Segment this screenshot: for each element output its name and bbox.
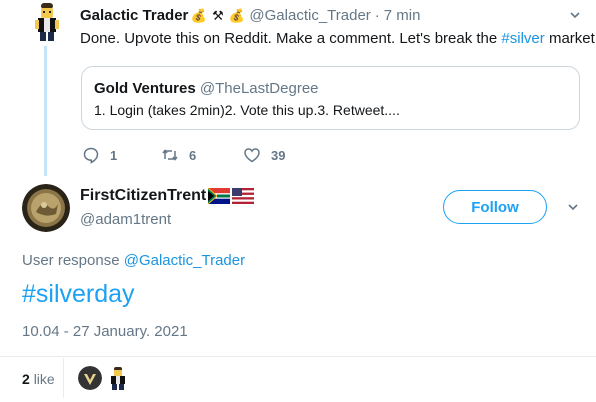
parent-handle[interactable]: @Galactic_Trader <box>249 7 370 24</box>
chevron-down-icon[interactable] <box>569 8 581 24</box>
likes-count: 2 <box>22 371 30 387</box>
parent-time[interactable]: 7 min <box>384 7 421 24</box>
like-action[interactable]: 39 <box>243 146 285 164</box>
parent-text-part: Done. Upvote this on Reddit. Make a comm… <box>80 30 502 47</box>
reply-to-link[interactable]: @Galactic_Trader <box>124 252 245 269</box>
main-display-name[interactable]: FirstCitizenTrent <box>80 187 206 205</box>
retweet-icon <box>162 149 178 161</box>
heart-icon <box>244 148 260 163</box>
first-citizen-trent-avatar[interactable] <box>22 184 70 232</box>
likes-summary[interactable]: 2 like <box>22 371 55 387</box>
parent-tweet-header: Galactic Trader 💰 ⚒ 💰 @Galactic_Trader ·… <box>80 7 420 24</box>
liker-avatar[interactable] <box>78 366 102 390</box>
galactic-trader-avatar[interactable] <box>33 2 61 42</box>
liker-avatar[interactable] <box>106 366 130 390</box>
tweet-timestamp[interactable]: 10.04 - 27 January. 2021 <box>22 323 188 340</box>
reply-count: 1 <box>110 147 118 163</box>
likes-label: like <box>33 371 55 387</box>
usa-flag-icon <box>232 188 255 204</box>
parent-display-name[interactable]: Galactic Trader <box>80 7 188 24</box>
quote-text: 1. Login (takes 2min)2. Vote this up.3. … <box>94 102 400 118</box>
main-display-name-row: FirstCitizenTrent <box>80 187 255 205</box>
quoted-tweet-card[interactable]: Gold Ventures @TheLastDegree 1. Login (t… <box>81 66 580 130</box>
separator-dot: · <box>374 7 380 24</box>
follow-button[interactable]: Follow <box>443 190 547 224</box>
reply-prefix: User response <box>22 252 120 269</box>
thread-line <box>44 46 47 176</box>
money-bag-icon: 💰 <box>190 8 207 23</box>
quote-display-name: Gold Ventures <box>94 80 196 97</box>
money-bag-icon: 💰 <box>228 8 245 23</box>
main-handle[interactable]: @adam1trent <box>80 211 171 228</box>
reply-context: User response @Galactic_Trader <box>22 252 245 269</box>
hammer-pick-icon: ⚒ <box>212 8 224 23</box>
parent-text-part: market. <box>544 30 596 47</box>
retweet-count: 6 <box>189 147 197 163</box>
parent-tweet-text: Done. Upvote this on Reddit. Make a comm… <box>80 30 596 47</box>
silverday-hashtag-link[interactable]: #silverday <box>22 280 135 309</box>
south-africa-flag-icon <box>208 188 231 204</box>
reply-action[interactable]: 1 <box>82 146 117 164</box>
quote-handle: @TheLastDegree <box>199 80 319 97</box>
silver-hashtag-link[interactable]: #silver <box>501 30 544 47</box>
retweet-action[interactable]: 6 <box>161 146 196 164</box>
like-count: 39 <box>271 147 286 163</box>
divider <box>0 356 596 357</box>
quote-header: Gold Ventures @TheLastDegree <box>94 80 319 97</box>
reply-icon <box>83 147 99 164</box>
divider <box>63 358 64 398</box>
chevron-down-icon[interactable] <box>567 200 579 218</box>
